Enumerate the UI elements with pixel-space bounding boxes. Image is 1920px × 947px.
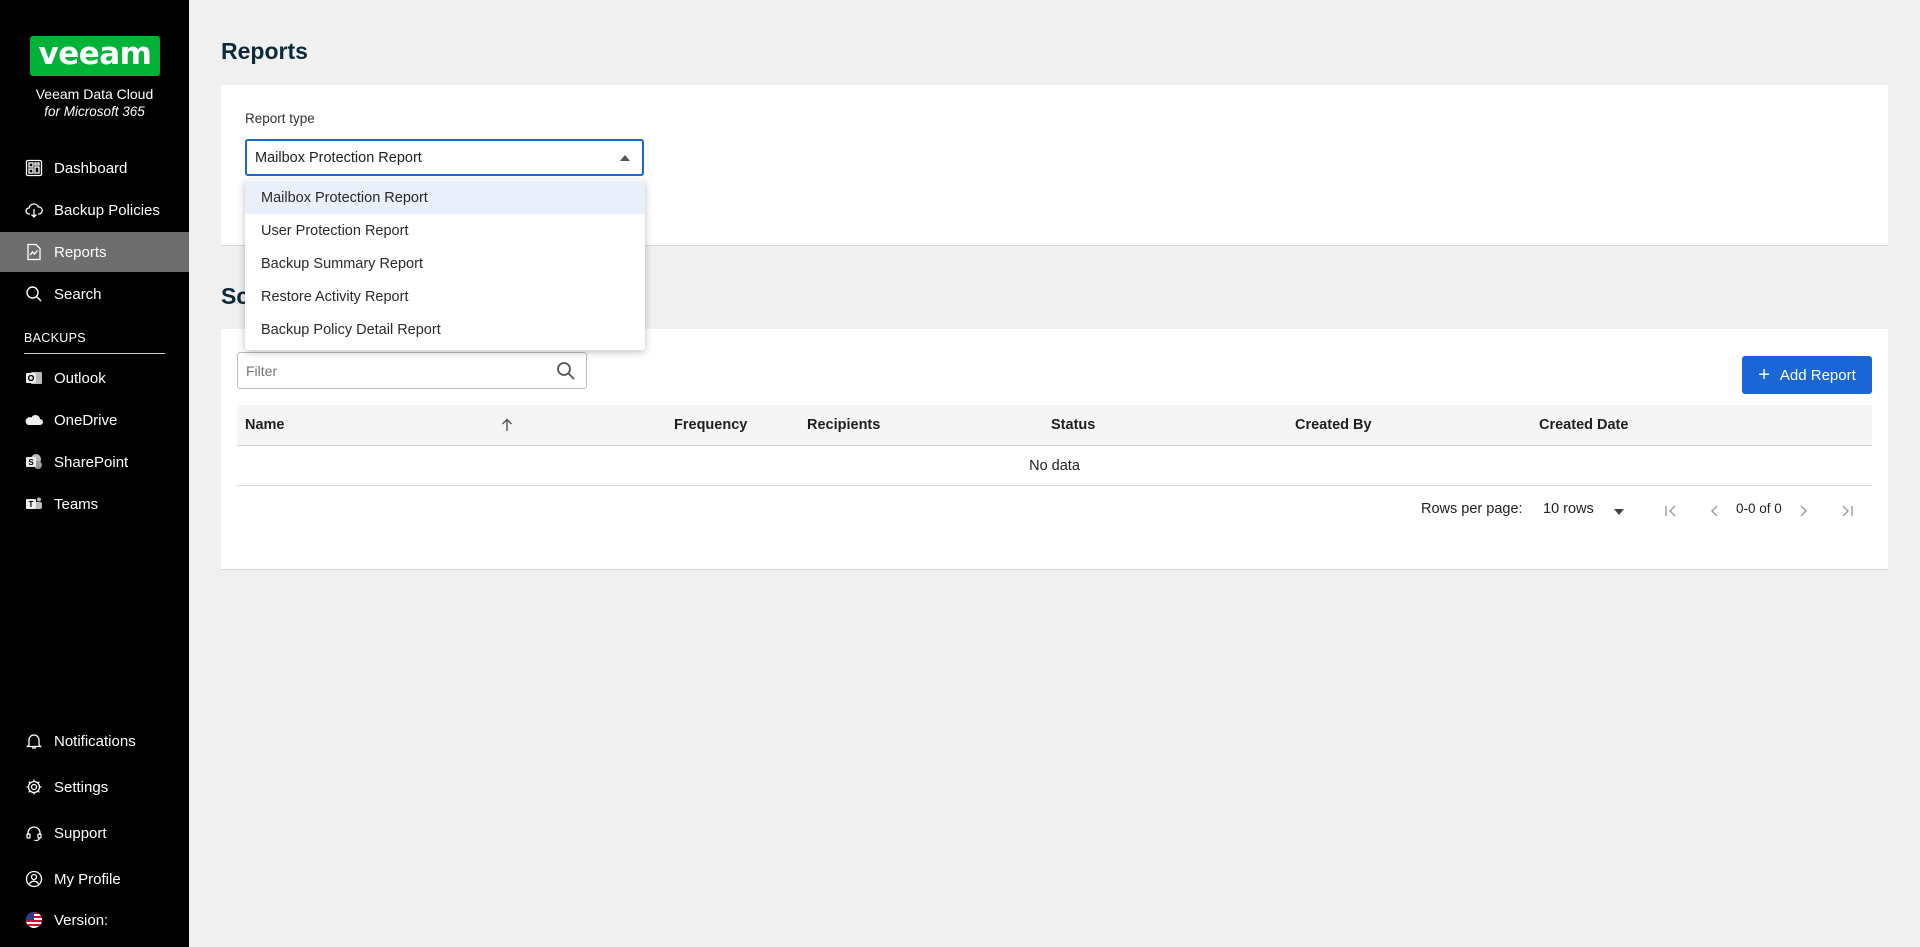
page-title: Reports	[221, 38, 308, 64]
nav-label: Backup Policies	[54, 201, 160, 219]
sort-arrow-up-icon[interactable]	[499, 417, 515, 433]
product-name: Veeam Data Cloud for Microsoft 365	[0, 85, 189, 121]
nav-notifications[interactable]: Notifications	[0, 721, 189, 761]
empty-table-message: No data	[237, 446, 1872, 486]
nav-backup-policies[interactable]: Backup Policies	[0, 190, 189, 230]
report-type-label: Report type	[245, 111, 315, 126]
outlook-icon	[24, 368, 44, 388]
veeam-logo[interactable]: veeam	[30, 36, 160, 76]
nav-label: SharePoint	[54, 453, 129, 471]
option-mailbox-protection-report[interactable]: Mailbox Protection Report	[245, 181, 645, 214]
backups-section-label: BACKUPS	[24, 331, 86, 345]
nav-label: Version:	[54, 911, 109, 929]
column-recipients[interactable]: Recipients	[807, 417, 880, 433]
add-report-button[interactable]: + Add Report	[1742, 356, 1872, 394]
column-frequency[interactable]: Frequency	[674, 417, 747, 433]
nav-label: Teams	[54, 495, 99, 513]
report-type-select[interactable]: Mailbox Protection Report	[245, 139, 644, 176]
teams-icon: T	[24, 494, 44, 514]
option-backup-summary-report[interactable]: Backup Summary Report	[245, 247, 645, 280]
option-backup-policy-detail-report[interactable]: Backup Policy Detail Report	[245, 313, 645, 346]
nav-outlook[interactable]: Outlook	[0, 358, 189, 398]
search-icon[interactable]	[556, 361, 576, 381]
product-title: Veeam Data Cloud	[35, 86, 154, 102]
profile-icon	[24, 869, 44, 889]
caret-up-icon	[620, 155, 630, 161]
search-icon	[24, 284, 44, 304]
nav-reports[interactable]: Reports	[0, 232, 189, 272]
report-type-value: Mailbox Protection Report	[255, 149, 422, 166]
last-page-icon[interactable]	[1838, 502, 1856, 520]
onedrive-icon	[24, 410, 44, 430]
sharepoint-icon: S	[24, 452, 44, 472]
filter-field[interactable]	[237, 352, 587, 389]
bell-icon	[24, 731, 44, 751]
nav-label: Outlook	[54, 369, 106, 387]
us-flag-icon	[24, 910, 44, 930]
table-header: Name Frequency Recipients Status Created…	[237, 405, 1872, 446]
section-divider	[24, 353, 165, 354]
option-restore-activity-report[interactable]: Restore Activity Report	[245, 280, 645, 313]
nav-my-profile[interactable]: My Profile	[0, 859, 189, 899]
sidebar: veeam Veeam Data Cloud for Microsoft 365…	[0, 0, 189, 947]
nav-label: Search	[54, 285, 102, 303]
column-created-by[interactable]: Created By	[1295, 417, 1372, 433]
svg-text:S: S	[28, 458, 34, 467]
svg-text:T: T	[29, 500, 34, 509]
column-status[interactable]: Status	[1051, 417, 1095, 433]
nav-label: Dashboard	[54, 159, 128, 177]
first-page-icon[interactable]	[1662, 502, 1680, 520]
nav-search[interactable]: Search	[0, 274, 189, 314]
product-subtitle: for Microsoft 365	[44, 104, 145, 119]
dashboard-icon	[24, 158, 44, 178]
nav-dashboard[interactable]: Dashboard	[0, 148, 189, 188]
nav-teams[interactable]: T Teams	[0, 484, 189, 524]
report-type-dropdown: Mailbox Protection Report User Protectio…	[245, 180, 645, 350]
rows-per-page-label: Rows per page:	[1421, 501, 1523, 517]
nav-settings[interactable]: Settings	[0, 767, 189, 807]
nav-label: My Profile	[54, 870, 121, 888]
nav-label: OneDrive	[54, 411, 118, 429]
nav-label: Settings	[54, 778, 109, 796]
reports-icon	[24, 242, 44, 262]
nav-version: Version:	[0, 900, 189, 940]
headset-icon	[24, 823, 44, 843]
logo-text: veeam	[38, 36, 152, 72]
next-page-icon[interactable]	[1794, 502, 1812, 520]
gear-icon	[24, 777, 44, 797]
column-created-date[interactable]: Created Date	[1539, 417, 1628, 433]
column-name[interactable]: Name	[245, 417, 285, 433]
cloud-backup-icon	[24, 200, 44, 220]
rows-per-page-select[interactable]: 10 rows	[1543, 501, 1594, 517]
nav-label: Support	[54, 824, 107, 842]
nav-onedrive[interactable]: OneDrive	[0, 400, 189, 440]
caret-down-icon[interactable]	[1614, 509, 1624, 515]
plus-icon: +	[1758, 364, 1770, 386]
page-range: 0-0 of 0	[1736, 501, 1782, 516]
nav-support[interactable]: Support	[0, 813, 189, 853]
nav-sharepoint[interactable]: S SharePoint	[0, 442, 189, 482]
add-report-label: Add Report	[1779, 366, 1856, 384]
nav-label: Notifications	[54, 732, 136, 750]
option-user-protection-report[interactable]: User Protection Report	[245, 214, 645, 247]
previous-page-icon[interactable]	[1706, 502, 1724, 520]
filter-input[interactable]	[246, 362, 546, 379]
nav-label: Reports	[54, 243, 107, 261]
